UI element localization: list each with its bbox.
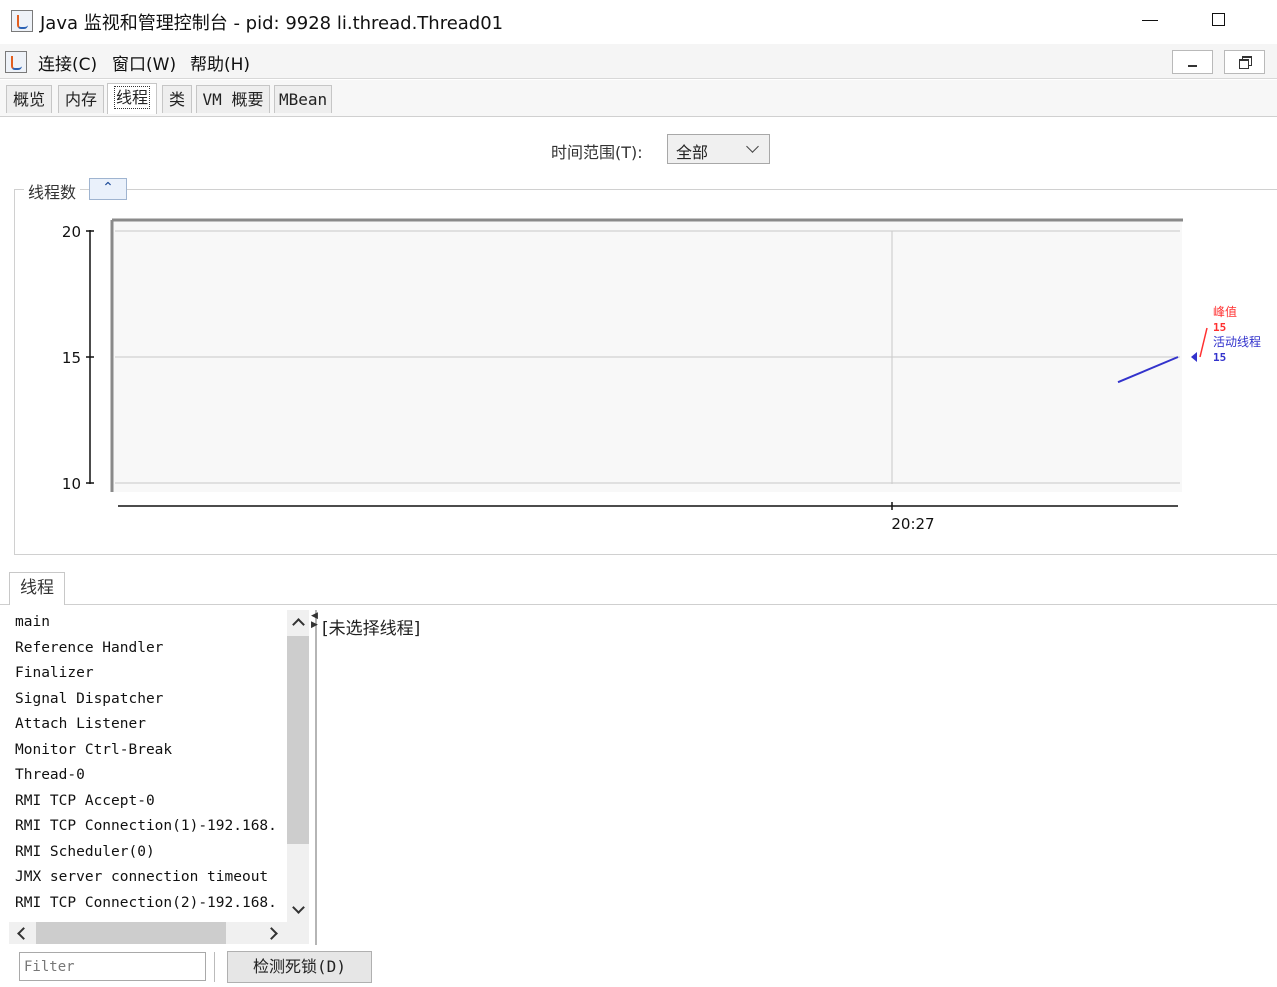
thread-list-item[interactable]: main (15, 614, 50, 630)
legend-live-name: 活动线程 (1213, 334, 1261, 349)
legend-peak-name: 峰值 (1213, 304, 1237, 319)
y-tick-label: 10 (62, 475, 81, 493)
threads-tab-line (0, 604, 1277, 605)
thread-list-item[interactable]: JMX server connection timeout (15, 869, 268, 885)
legend-live-value: 15 (1213, 351, 1226, 364)
tab-mbean-label: MBean (279, 90, 328, 109)
x-tick-label: 20:27 (891, 515, 934, 533)
toolbar-separator (214, 952, 215, 982)
java-app-icon[interactable] (11, 10, 33, 32)
plot-area (112, 220, 1182, 492)
hscroll-thumb[interactable] (36, 922, 226, 944)
thread-list-item[interactable]: Thread-0 (15, 767, 85, 783)
thread-list-item[interactable]: Attach Listener (15, 716, 146, 732)
chevron-down-icon (746, 140, 759, 153)
tab-threads-label: 线程 (113, 86, 151, 109)
tab-memory[interactable]: 内存 (58, 85, 104, 113)
thread-detail-text: [未选择线程] (322, 619, 421, 639)
window-title: Java 监视和管理控制台 - pid: 9928 li.thread.Thre… (40, 13, 504, 34)
tab-overview[interactable]: 概览 (6, 85, 52, 113)
thread-list-item[interactable]: Signal Dispatcher (15, 691, 163, 707)
tab-overview-label: 概览 (12, 90, 45, 109)
y-tick-label: 20 (62, 223, 81, 241)
tab-classes-label: 类 (168, 90, 185, 109)
thread-list-item[interactable]: RMI Scheduler(0) (15, 844, 155, 860)
menu-help[interactable]: 帮助(H) (190, 50, 250, 75)
thread-filter-input[interactable] (19, 952, 206, 981)
y-tick-label: 15 (62, 349, 81, 367)
thread-list-item[interactable]: Finalizer (15, 665, 94, 681)
tab-memory-label: 内存 (64, 90, 97, 109)
tab-threads[interactable]: 线程 (107, 83, 157, 114)
tab-classes[interactable]: 类 (162, 85, 192, 113)
peak-connector-line (1199, 327, 1208, 358)
split-pane-divider[interactable] (315, 610, 317, 945)
tab-vm-summary[interactable]: VM 概要 (196, 85, 270, 113)
tab-mbean[interactable]: MBean (274, 85, 332, 113)
minimize-icon[interactable] (1142, 20, 1158, 21)
vscroll-thumb[interactable] (287, 636, 309, 844)
thread-list-item[interactable]: RMI TCP Connection(2)-192.168. (15, 895, 277, 911)
thread-list-item[interactable]: Reference Handler (15, 640, 163, 656)
time-range-select[interactable]: 全部 (667, 134, 770, 164)
thread-list-item[interactable]: RMI TCP Accept-0 (15, 793, 155, 809)
time-range-label: 时间范围(T): (551, 143, 643, 162)
legend-peak-value: 15 (1213, 321, 1226, 334)
internal-restore-button[interactable] (1224, 50, 1265, 74)
thread-list[interactable]: main Reference Handler Finalizer Signal … (9, 610, 287, 922)
menu-window[interactable]: 窗口(W) (112, 50, 176, 75)
y-ticks: 10 15 20 (62, 223, 94, 493)
thread-list-item[interactable]: Monitor Ctrl-Break (15, 742, 172, 758)
collapse-button[interactable]: ⌃ (89, 178, 127, 200)
thread-chart: 10 15 20 20:27 峰值 15 活动线程 15 (62, 218, 1261, 533)
current-value-marker (1191, 352, 1197, 362)
detect-deadlock-button[interactable]: 检测死锁(D) (227, 951, 372, 983)
tab-vm-summary-label: VM 概要 (202, 90, 264, 109)
menu-connect[interactable]: 连接(C) (38, 50, 97, 75)
java-menu-icon[interactable] (5, 51, 27, 73)
threads-subtab[interactable]: 线程 (9, 572, 65, 605)
internal-minimize-button[interactable] (1172, 50, 1213, 74)
time-range-value: 全部 (676, 143, 709, 162)
maximize-icon[interactable] (1212, 13, 1225, 26)
split-expand-arrows-icon[interactable]: ◀ ▶ (311, 612, 318, 630)
thread-list-item[interactable]: RMI TCP Connection(1)-192.168. (15, 818, 277, 834)
double-chevron-up-icon: ⌃ (102, 180, 114, 196)
